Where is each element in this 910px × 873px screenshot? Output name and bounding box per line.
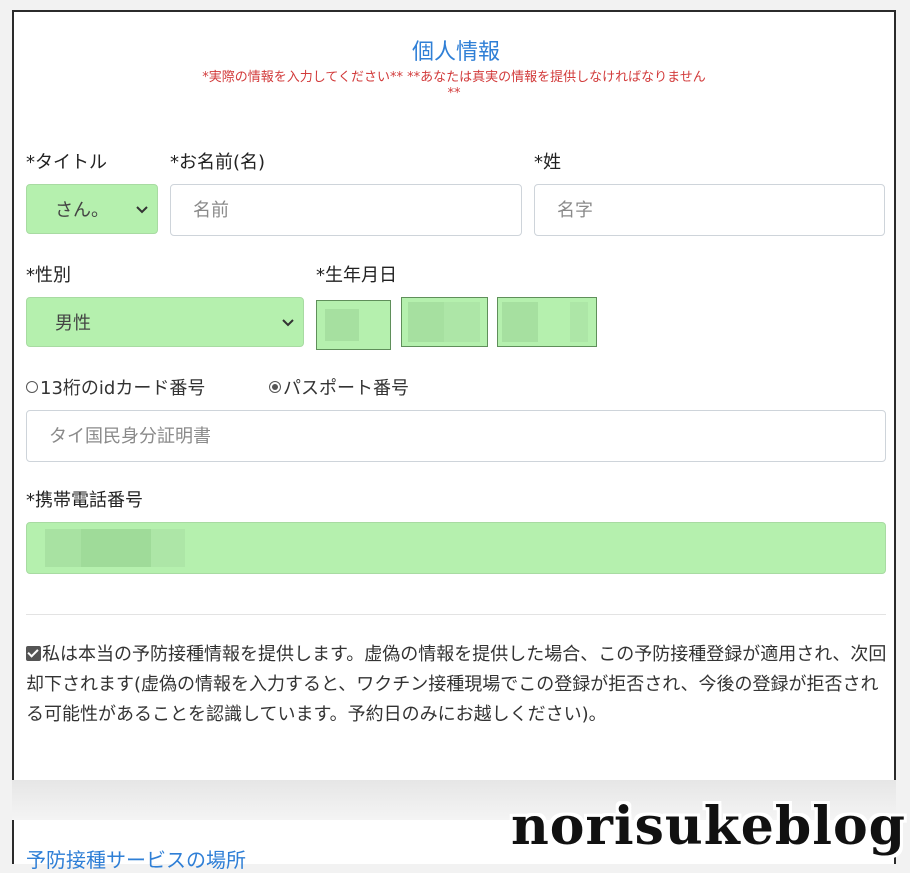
id-number-input[interactable] xyxy=(27,411,885,461)
warning-text: *実際の情報を入力してください** **あなたは真実の情報を提供しなければなりま… xyxy=(134,70,774,102)
radio-button-selected-icon xyxy=(269,381,281,393)
dob-day-field[interactable] xyxy=(316,300,391,350)
section-title: 個人情報 xyxy=(411,40,500,65)
title-label: *タイトル xyxy=(26,152,107,173)
last-name-input[interactable] xyxy=(535,185,884,235)
redacted-block xyxy=(151,529,185,567)
phone-label: *携帯電話番号 xyxy=(26,490,143,511)
last-name-input-wrap xyxy=(534,184,885,236)
dob-label: *生年月日 xyxy=(316,265,397,286)
consent-checkbox[interactable] xyxy=(26,646,41,661)
dob-month-field[interactable] xyxy=(401,297,488,347)
radio-button-icon xyxy=(26,381,38,393)
next-section-link[interactable]: 予防接種サービスの場所 xyxy=(26,844,246,873)
consent-block: 私は本当の予防接種情報を提供します。虚偽の情報を提供した場合、この予防接種登録が… xyxy=(26,640,888,730)
redacted-block xyxy=(408,302,444,342)
redacted-block xyxy=(570,302,588,342)
gender-select[interactable]: 男性 xyxy=(26,297,304,347)
id-number-input-wrap xyxy=(26,410,886,462)
radio-passport-label: パスポート番号 xyxy=(283,378,409,399)
redacted-block xyxy=(81,529,151,567)
chevron-down-icon xyxy=(136,206,148,214)
redacted-block xyxy=(444,302,480,342)
watermark: norisukeblog xyxy=(511,796,906,857)
radio-passport[interactable]: パスポート番号 xyxy=(269,374,409,400)
redacted-block xyxy=(325,309,359,341)
gender-select-value: 男性 xyxy=(55,313,91,334)
gender-label: *性別 xyxy=(26,265,71,286)
chevron-down-icon xyxy=(282,319,294,327)
radio-id-card[interactable]: 13桁のidカード番号 xyxy=(26,374,205,400)
first-name-input-wrap xyxy=(170,184,522,236)
warning-line-1: *実際の情報を入力してください** **あなたは真実の情報を提供しなければなりま… xyxy=(202,70,706,85)
personal-info-card: 個人情報 *実際の情報を入力してください** **あなたは真実の情報を提供しなけ… xyxy=(12,10,896,780)
title-select[interactable]: さん。 xyxy=(26,184,158,234)
divider xyxy=(26,614,886,615)
redacted-block xyxy=(502,302,538,342)
consent-text: 私は本当の予防接種情報を提供します。虚偽の情報を提供した場合、この予防接種登録が… xyxy=(26,644,887,725)
last-name-label: *姓 xyxy=(534,152,561,173)
title-select-value: さん。 xyxy=(55,200,109,221)
phone-input[interactable] xyxy=(26,522,886,574)
warning-line-2: ** xyxy=(447,86,461,101)
radio-id-card-label: 13桁のidカード番号 xyxy=(40,378,206,399)
redacted-block xyxy=(45,529,81,567)
dob-year-field[interactable] xyxy=(497,297,597,347)
first-name-label: *お名前(名) xyxy=(170,152,266,173)
first-name-input[interactable] xyxy=(171,185,521,235)
